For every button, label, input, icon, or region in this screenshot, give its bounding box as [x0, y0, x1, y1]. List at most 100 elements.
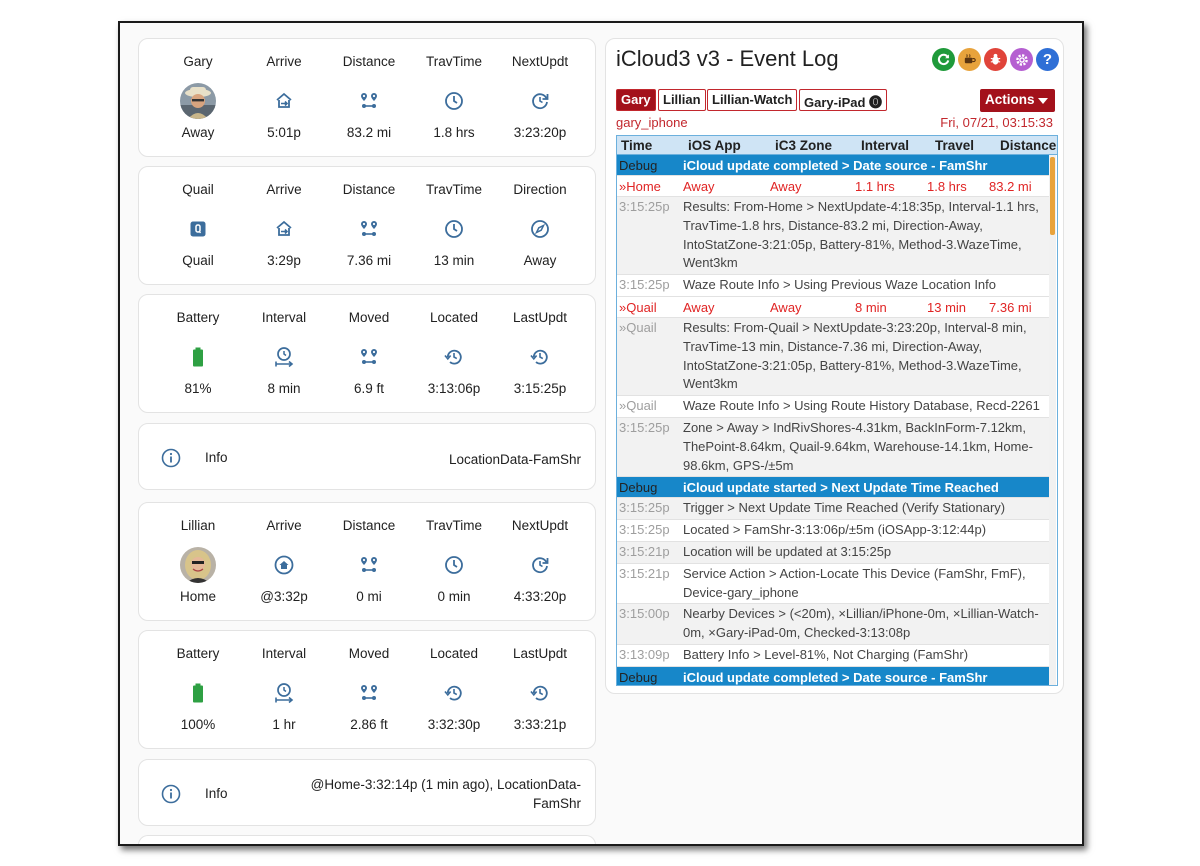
stat-label-arrive: Arrive [266, 182, 302, 197]
log-message: iCloud update started > Next Update Time… [683, 480, 999, 496]
help-icon[interactable]: ? [1036, 48, 1059, 71]
stat-value-nextupdt: 4:33:20p [513, 589, 567, 604]
stat-value-travtime: 1.8 hrs [433, 125, 475, 140]
stat-icon-arrive [241, 211, 327, 247]
stat-value-distance: 83.2 mi [346, 125, 392, 140]
log-zone-row: »Quail Away Away 8 min 13 min 7.36 mi [617, 297, 1050, 318]
stat-label-distance: Distance [342, 518, 396, 533]
home-circle-icon [274, 555, 294, 575]
log-debug-row: Debug iCloud update completed > Date sour… [617, 666, 1050, 685]
stat-value-interval: 8 min [267, 381, 301, 396]
stat-value-direction: Away [523, 253, 557, 268]
stat-value-interval: 1 hr [272, 717, 296, 732]
log-zone-dist: 7.36 mi [989, 299, 1032, 315]
stat-icon-arrive [241, 547, 327, 583]
history-icon [530, 347, 550, 367]
log-message: Battery Info > Level-81%, Not Charging (… [683, 646, 969, 662]
caret-down-icon [1038, 98, 1048, 104]
stat-label-moved: Moved [348, 646, 390, 661]
stat-label-nextupdt: NextUpdt [511, 518, 569, 533]
log-time: 3:15:25p [619, 500, 670, 516]
log-time: 3:15:25p [619, 522, 670, 538]
stat-value-nextupdt: 3:23:20p [513, 125, 567, 140]
stat-icon-distance [326, 83, 412, 119]
log-time: 3:15:25p [619, 199, 670, 214]
log-time: »Quail [619, 398, 657, 414]
stat-icon-lastupdt [497, 339, 583, 375]
timer-interval-icon [274, 682, 294, 704]
log-message: iCloud update completed > Date source - … [683, 158, 988, 173]
stat-label-interval: Interval [261, 646, 307, 661]
stat-value-lastupdt: 3:33:21p [513, 717, 567, 732]
scrollbar-thumb[interactable] [1050, 157, 1055, 235]
stat-icon-moved [326, 339, 412, 375]
log-text-row: 3:15:21p Location will be updated at 3:15… [617, 541, 1050, 564]
stat-label-lastupdt: LastUpdt [512, 646, 568, 661]
log-text-row: 3:13:09p Battery Info > Level-81%, Not Ch… [617, 645, 1050, 667]
stat-icon-battery [155, 675, 241, 711]
stat-value-gary: Away [181, 125, 215, 140]
device-button-lillian-watch[interactable]: Lillian-Watch [707, 89, 798, 111]
stat-icon-located [411, 675, 497, 711]
lillian-status-card: Lillian Home Arrive @3:32p Distance 0 mi TravT… [138, 502, 596, 621]
update-icon [530, 91, 550, 111]
stat-icon-direction [497, 211, 583, 247]
gary-zone-card: Quail Quail Arrive 3:29p Distance 7.36 mi Trav… [138, 166, 596, 285]
device-button-gary[interactable]: Gary [616, 89, 656, 111]
stat-label-travtime: TravTime [426, 182, 482, 197]
map-marker-distance-icon [358, 90, 380, 112]
history-icon [444, 347, 464, 367]
gary-info-card[interactable]: Info LocationData-FamShr [138, 423, 596, 490]
battery-icon [192, 683, 204, 703]
next-card-stub [138, 835, 596, 844]
stat-value-arrive: @3:32p [260, 589, 308, 604]
event-log-table[interactable]: Time iOS App iC3 Zone Interval Travel Di… [616, 135, 1058, 686]
log-time: 3:13:09p [619, 646, 670, 662]
stat-label-arrive: Arrive [266, 518, 302, 533]
log-time: Debug [619, 669, 658, 685]
stat-icon-interval [241, 339, 327, 375]
stat-label-located: Located [429, 310, 479, 325]
stat-label-lillian: Lillian [180, 518, 216, 533]
log-text-row: 3:15:25p Trigger > Next Update Time Reach… [617, 498, 1050, 521]
log-text-row: 3:15:21p Service Action > Action-Locate T… [617, 564, 1050, 605]
home-export-icon [274, 219, 294, 239]
info-label: Info [205, 786, 228, 801]
log-zone-interval: 8 min [855, 299, 887, 315]
stat-icon-distance [326, 211, 412, 247]
clock-outline-icon [444, 219, 464, 239]
stat-value-travtime: 13 min [433, 253, 475, 268]
actions-dropdown-button[interactable]: Actions [980, 89, 1055, 112]
stat-value-located: 3:32:30p [427, 717, 481, 732]
stat-label-interval: Interval [261, 310, 307, 325]
settings-icon[interactable] [1010, 48, 1033, 71]
stat-label-gary: Gary [183, 54, 213, 69]
coffee-icon[interactable] [958, 48, 981, 71]
refresh-icon[interactable] [932, 48, 955, 71]
log-time: 3:15:21p [619, 565, 670, 581]
log-message: Results: From-Home > NextUpdate-4:18:35p… [683, 199, 1039, 271]
event-log-scrollbar[interactable] [1049, 155, 1056, 685]
col-interval: Interval [861, 138, 910, 153]
stat-icon-battery [155, 339, 241, 375]
info-value-line2: FamShr [532, 796, 581, 811]
log-zone-ic3: Away [770, 299, 802, 315]
log-text-row: 3:15:25p Located > FamShr-3:13:06p/±5m (i… [617, 520, 1050, 542]
log-message: Waze Route Info > Using Route History Da… [683, 398, 1040, 414]
stat-value-moved: 6.9 ft [353, 381, 385, 396]
log-message: Zone > Away > IndRivShores-4.31km, BackI… [683, 419, 1033, 473]
device-button-lillian[interactable]: Lillian [658, 89, 706, 111]
log-zone-time: »Home [619, 179, 661, 194]
stat-icon-lillian [155, 547, 241, 583]
device-button-gary-ipad[interactable]: Gary-iPad ⓿ [799, 89, 888, 111]
lillian-info-card[interactable]: Info @Home-3:32:14p (1 min ago), Locatio… [138, 759, 596, 826]
gary-battery-card: Battery 81% Interval 8 min Moved 6.9 ft Locate… [138, 294, 596, 413]
log-zone-dist: 83.2 mi [989, 179, 1032, 194]
bug-icon[interactable] [984, 48, 1007, 71]
avatar-lillian [180, 547, 216, 583]
stat-value-located: 3:13:06p [427, 381, 481, 396]
log-time: 3:15:25p [619, 419, 670, 435]
log-text-row: 3:15:25p Results: From-Home > NextUpdate-… [617, 197, 1050, 276]
log-zone-ios: Away [683, 179, 715, 194]
col-ic3-zone: iC3 Zone [775, 138, 833, 153]
